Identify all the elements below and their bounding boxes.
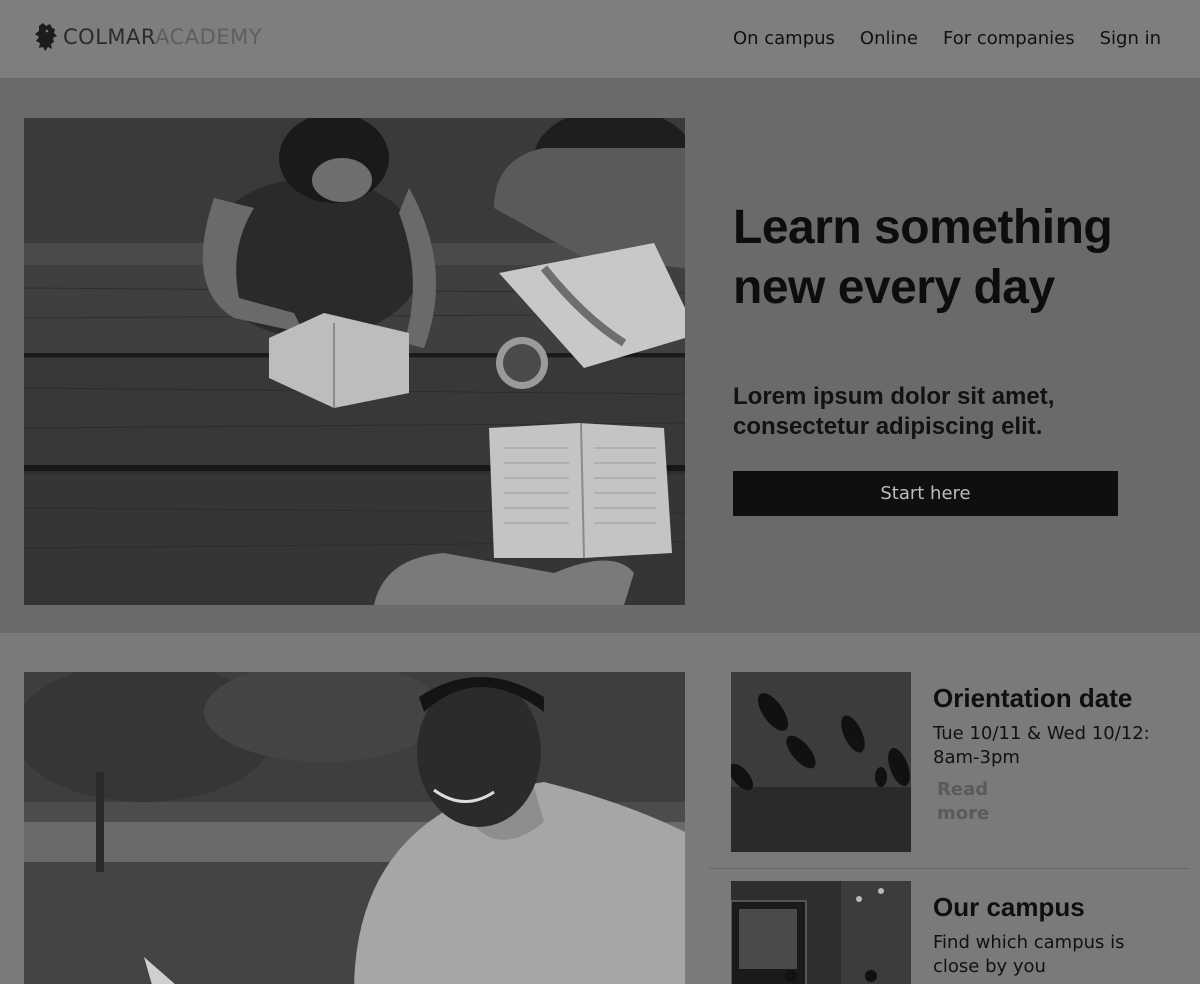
orientation-title: Orientation date: [933, 683, 1133, 713]
start-here-button[interactable]: Start here: [733, 471, 1118, 516]
campus-thumbnail: [731, 881, 911, 984]
card-divider: [709, 868, 1189, 869]
site-header: COLMARACADEMY On campus Online For compa…: [0, 0, 1200, 78]
nav-for-companies[interactable]: For companies: [943, 26, 1075, 52]
campus-interior-photo: [731, 881, 911, 984]
lion-icon: [35, 23, 57, 51]
campus-title: Our campus: [933, 892, 1085, 922]
site-logo[interactable]: COLMARACADEMY: [33, 22, 262, 52]
info-section: Orientation date Tue 10/11 & Wed 10/12: …: [0, 633, 1200, 984]
student-photo: [24, 672, 685, 984]
graduation-photo: [731, 672, 911, 852]
orientation-thumbnail: [731, 672, 911, 852]
main-nav: On campus Online For companies Sign in: [733, 26, 1161, 52]
logo-text-secondary: ACADEMY: [155, 25, 263, 49]
campus-description: Find which campus is close by you: [933, 932, 1125, 977]
orientation-description: Tue 10/11 & Wed 10/12: 8am-3pm: [933, 723, 1150, 768]
read-more-link[interactable]: Read more: [937, 778, 989, 826]
nav-on-campus[interactable]: On campus: [733, 26, 835, 52]
nav-online[interactable]: Online: [860, 26, 918, 52]
logo-text-primary: COLMAR: [63, 25, 156, 49]
nav-sign-in[interactable]: Sign in: [1100, 26, 1161, 52]
logo-text: COLMARACADEMY: [63, 22, 262, 52]
smiling-student-photo: [24, 672, 685, 984]
hero-subtitle: Lorem ipsum dolor sit amet, consectetur …: [733, 383, 1055, 440]
hero-title: Learn something new every day: [733, 201, 1113, 314]
hero-section: Learn something new every day Lorem ipsu…: [0, 78, 1200, 633]
hero-image: [24, 118, 685, 605]
students-reading-photo: [24, 118, 685, 605]
